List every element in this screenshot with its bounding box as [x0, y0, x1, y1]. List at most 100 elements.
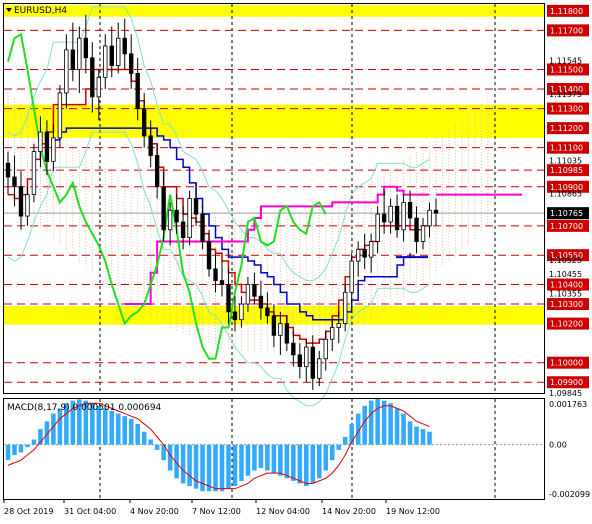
- price-label-text: 1.11300: [550, 105, 583, 114]
- macd-bar: [239, 444, 244, 481]
- candle-body-bull: [343, 291, 348, 325]
- candle-body-bull: [401, 202, 406, 231]
- time-label: 31 Oct 04:00: [64, 507, 116, 516]
- macd-bar: [245, 444, 251, 476]
- price-scale-text: 1.11035: [549, 156, 582, 165]
- candle-body-bull: [388, 205, 393, 223]
- candle-body-bull: [57, 92, 63, 139]
- chart: EURUSD,H4 MACD(8,17,9) 0.000501 0.000694…: [0, 0, 592, 524]
- price-label-text: 1.10000: [550, 359, 583, 368]
- macd-bar: [180, 444, 186, 484]
- price-label-text: 1.10200: [550, 320, 583, 329]
- price-label-text: 1.10700: [550, 222, 583, 231]
- macd-bar: [206, 444, 212, 492]
- time-label: 14 Nov 20:00: [322, 507, 376, 516]
- candle-body-bear: [161, 186, 166, 231]
- price-scale-text: 1.10865: [549, 190, 582, 199]
- candle-body-bull: [304, 346, 309, 368]
- price-label-text: 1.11500: [550, 65, 583, 74]
- price-label: 1.11200: [547, 122, 589, 135]
- candle-body-bear: [206, 241, 212, 270]
- candle-body-bear: [362, 248, 367, 258]
- macd-bar: [265, 444, 270, 471]
- candle-body-bear: [310, 346, 315, 379]
- candle-body-bear: [135, 72, 140, 109]
- macd-bar: [342, 436, 348, 445]
- candle-body-bear: [252, 284, 257, 297]
- macd-bar: [304, 444, 309, 487]
- candle-body-bull: [96, 76, 101, 98]
- macd-bar: [310, 444, 316, 484]
- macd-signal-value: 0.000694: [118, 403, 161, 413]
- candle-body-bull: [103, 45, 108, 78]
- price-label: 1.11035: [549, 156, 582, 165]
- candle-body-bear: [414, 217, 419, 242]
- candle-body-bull: [278, 323, 283, 336]
- price-label: 1.11700: [547, 24, 589, 37]
- macd-bar: [187, 444, 192, 487]
- price-scale-text: 1.10355: [549, 289, 582, 298]
- macd-bar: [258, 444, 264, 468]
- candle-body-bear: [148, 135, 153, 156]
- candle-body-bear: [284, 323, 290, 344]
- macd-bar: [420, 429, 426, 445]
- candle-body-bull: [77, 37, 82, 70]
- macd-bar: [407, 421, 413, 445]
- candle-body-bear: [70, 49, 76, 70]
- candle-body-bear: [213, 268, 218, 282]
- candle-body-bull: [64, 49, 69, 94]
- macd-bar: [427, 431, 432, 445]
- candle-body-bull: [420, 225, 426, 242]
- macd-bar: [128, 418, 134, 445]
- candle-body-bull: [187, 198, 192, 238]
- price-label: 1.10525: [549, 256, 582, 265]
- candle-body-bull: [116, 37, 121, 66]
- candle-body-bear: [90, 57, 95, 98]
- candle-body-bull: [375, 213, 380, 242]
- candle-body-bull: [31, 151, 37, 195]
- macd-bar: [401, 413, 406, 445]
- price-scale-text: 1.09845: [549, 389, 582, 398]
- macd-bar: [31, 439, 37, 445]
- candle: [187, 190, 192, 246]
- price-label: 1.10355: [549, 289, 582, 298]
- price-label: 1.10200: [547, 317, 589, 330]
- price-label: 1.10765: [547, 207, 589, 220]
- candle-body-bear: [226, 284, 231, 313]
- time-label: 7 Nov 12:00: [192, 507, 241, 516]
- candle-body-bull: [355, 248, 361, 262]
- macd-bar: [5, 444, 11, 461]
- candle-body-bull: [239, 303, 244, 321]
- price-label: 1.11375: [549, 90, 582, 99]
- macd-scale-text: 0.00: [549, 441, 567, 450]
- candle-body-bear: [407, 202, 413, 219]
- candle-body-bull: [323, 338, 328, 360]
- candle-body-bear: [180, 221, 186, 238]
- macd-value: 0.000501: [73, 403, 116, 413]
- symbol-label: EURUSD,H4: [14, 6, 67, 16]
- time-label: 19 Nov 12:00: [386, 507, 440, 516]
- candle-body-bear: [291, 342, 296, 356]
- time-label: 28 Oct 2019: [4, 507, 53, 516]
- price-label: 1.11800: [547, 4, 589, 17]
- candle-body-bear: [129, 53, 134, 74]
- macd-bar: [278, 444, 283, 476]
- macd-bar: [232, 444, 238, 487]
- macd-bar: [57, 408, 63, 445]
- time-label: 12 Nov 04:00: [256, 507, 310, 516]
- price-label: 1.10985: [547, 164, 589, 177]
- candle-body-bull: [427, 209, 432, 227]
- macd-bar: [414, 426, 419, 445]
- candle-body-bull: [330, 327, 335, 340]
- candle-body-bull: [38, 131, 43, 152]
- candle-body-bull: [336, 323, 341, 328]
- macd-bar: [226, 444, 231, 489]
- current-price-text: 1.10765: [550, 209, 583, 218]
- candle: [31, 143, 37, 203]
- candle-body-bear: [12, 176, 17, 188]
- macd-bar: [375, 399, 380, 445]
- price-label: 1.11100: [547, 141, 589, 154]
- price-label: 1.10865: [549, 190, 582, 199]
- candle-body-bear: [219, 280, 225, 285]
- price-label: 1.10000: [547, 356, 589, 369]
